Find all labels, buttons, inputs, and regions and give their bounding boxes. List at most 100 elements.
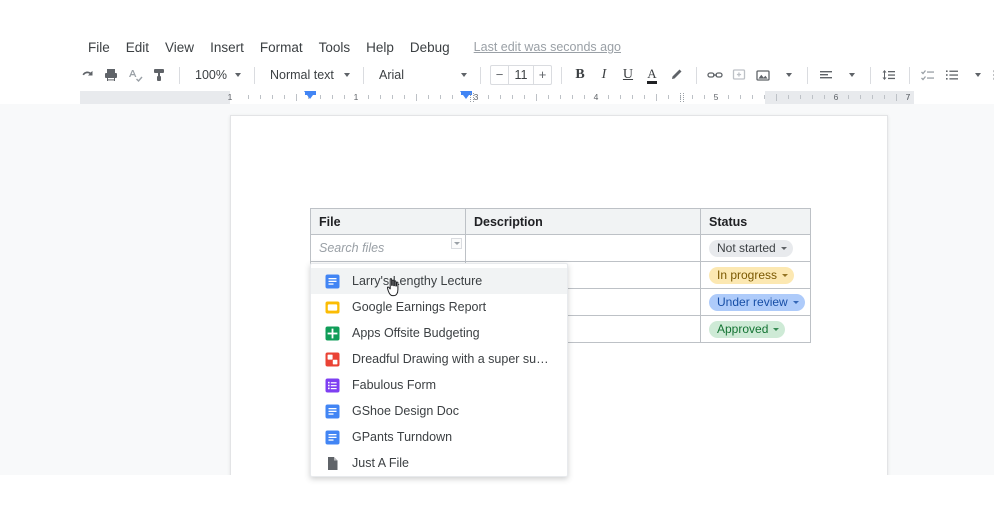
table-header-row: File Description Status: [311, 209, 811, 235]
toolbar-separator: [363, 67, 364, 84]
dropdown-item-fabulous-form[interactable]: Fabulous Form: [311, 372, 567, 398]
align-dropdown[interactable]: [839, 63, 861, 87]
google-sheets-icon: [325, 326, 340, 341]
highlight-pen-icon[interactable]: [665, 63, 687, 87]
tab-stop-marker[interactable]: [470, 93, 474, 102]
font-size-increase-button[interactable]: +: [534, 66, 551, 84]
status-badge[interactable]: In progress: [709, 267, 794, 284]
bold-button[interactable]: B: [569, 63, 591, 87]
toolbar: 100% Normal text Arial − 11 + B I U A: [76, 62, 994, 88]
status-cell[interactable]: Under review: [701, 289, 811, 316]
dropdown-item-label: GPants Turndown: [352, 430, 452, 444]
insert-link-icon[interactable]: [704, 63, 726, 87]
chevron-down-icon: [786, 73, 792, 77]
bulleted-list-dropdown[interactable]: [965, 63, 987, 87]
font-family-selector[interactable]: Arial: [371, 63, 471, 87]
chevron-down-icon: [782, 274, 788, 277]
insert-image-icon[interactable]: [752, 63, 774, 87]
print-icon[interactable]: [100, 63, 122, 87]
insert-image-dropdown[interactable]: [776, 63, 798, 87]
last-edit-link[interactable]: Last edit was seconds ago: [472, 38, 623, 56]
text-color-button[interactable]: A: [641, 63, 663, 87]
spellcheck-icon[interactable]: [124, 63, 146, 87]
ruler[interactable]: 1 1 3 4 5 6 7: [80, 91, 914, 104]
insert-comment-icon[interactable]: [728, 63, 750, 87]
toolbar-separator: [179, 67, 180, 84]
font-size-value[interactable]: 11: [508, 66, 534, 84]
menu-item-insert[interactable]: Insert: [202, 38, 252, 57]
underline-button[interactable]: U: [617, 63, 639, 87]
menu-item-edit[interactable]: Edit: [118, 38, 157, 57]
text-color-label: A: [647, 67, 656, 84]
dropdown-item-just-a-file[interactable]: Just A File: [311, 450, 567, 476]
checklist-icon[interactable]: [917, 63, 939, 87]
menu-item-debug[interactable]: Debug: [402, 38, 458, 57]
google-docs-icon: [325, 274, 340, 289]
menu-item-file[interactable]: File: [80, 38, 118, 57]
dropdown-item-label: Fabulous Form: [352, 378, 436, 392]
status-cell[interactable]: Not started: [701, 235, 811, 262]
underline-label: U: [623, 67, 633, 83]
file-chip-dropdown-icon[interactable]: [451, 238, 462, 249]
chevron-down-icon: [781, 247, 787, 250]
font-size-decrease-button[interactable]: −: [491, 66, 508, 84]
chevron-down-icon: [793, 301, 799, 304]
dropdown-item-apps-offsite-budgeting[interactable]: Apps Offsite Budgeting: [311, 320, 567, 346]
dropdown-item-google-earnings-report[interactable]: Google Earnings Report: [311, 294, 567, 320]
dropdown-item-gpants-turndown[interactable]: GPants Turndown: [311, 424, 567, 450]
table-row: Search files Not started: [311, 235, 811, 262]
first-line-indent-marker[interactable]: [305, 91, 316, 95]
toolbar-separator: [696, 67, 697, 84]
dropdown-item-gshoe-design-doc[interactable]: GShoe Design Doc: [311, 398, 567, 424]
paint-format-icon[interactable]: [148, 63, 170, 87]
dropdown-item-dreadful-drawing[interactable]: Dreadful Drawing with a super sup…: [311, 346, 567, 372]
status-cell[interactable]: Approved: [701, 316, 811, 343]
search-files-placeholder: Search files: [319, 241, 384, 255]
font-family-value: Arial: [375, 68, 408, 82]
status-badge[interactable]: Not started: [709, 240, 793, 257]
toolbar-separator: [909, 67, 910, 84]
file-cell-search[interactable]: Search files: [311, 235, 466, 262]
earnings-report-icon: [325, 300, 340, 315]
dropdown-item-label: Just A File: [352, 456, 409, 470]
dropdown-item-label: Apps Offsite Budgeting: [352, 326, 480, 340]
status-cell[interactable]: In progress: [701, 262, 811, 289]
align-left-icon[interactable]: [815, 63, 837, 87]
toolbar-separator: [561, 67, 562, 84]
ruler-number: 1: [228, 92, 233, 102]
menu-item-view[interactable]: View: [157, 38, 202, 57]
table-header: File Description Status: [311, 209, 811, 235]
dropdown-item-larrys-lengthy-lecture[interactable]: Larry's Lengthy Lecture: [311, 268, 567, 294]
status-badge[interactable]: Approved: [709, 321, 785, 338]
file-search-dropdown[interactable]: Larry's Lengthy Lecture Google Earnings …: [310, 263, 568, 477]
bulleted-list-icon[interactable]: [941, 63, 963, 87]
undo-icon[interactable]: [76, 63, 98, 87]
chevron-down-icon: [461, 73, 467, 77]
toolbar-separator: [480, 67, 481, 84]
zoom-selector[interactable]: 100%: [187, 63, 245, 87]
toolbar-separator: [807, 67, 808, 84]
toolbar-separator: [870, 67, 871, 84]
numbered-list-icon[interactable]: [989, 63, 994, 87]
italic-label: I: [602, 67, 607, 83]
status-label: Approved: [717, 323, 768, 336]
generic-file-icon: [325, 456, 340, 471]
menu-item-format[interactable]: Format: [252, 38, 311, 57]
ruler-number: 1: [354, 92, 359, 102]
paragraph-style-selector[interactable]: Normal text: [262, 63, 354, 87]
zoom-value: 100%: [191, 68, 231, 82]
line-spacing-icon[interactable]: [878, 63, 900, 87]
menu-item-help[interactable]: Help: [358, 38, 402, 57]
dropdown-item-label: Dreadful Drawing with a super sup…: [352, 352, 555, 366]
ruler-number: 5: [714, 92, 719, 102]
ruler-number: 4: [594, 92, 599, 102]
italic-button[interactable]: I: [593, 63, 615, 87]
ruler-ticks: [80, 91, 914, 104]
description-cell[interactable]: [466, 235, 701, 262]
status-badge[interactable]: Under review: [709, 294, 805, 311]
paragraph-style-value: Normal text: [266, 68, 338, 82]
menu-item-tools[interactable]: Tools: [311, 38, 359, 57]
chevron-down-icon: [235, 73, 241, 77]
tab-stop-marker[interactable]: [680, 93, 684, 102]
font-size-stepper[interactable]: − 11 +: [490, 65, 552, 85]
